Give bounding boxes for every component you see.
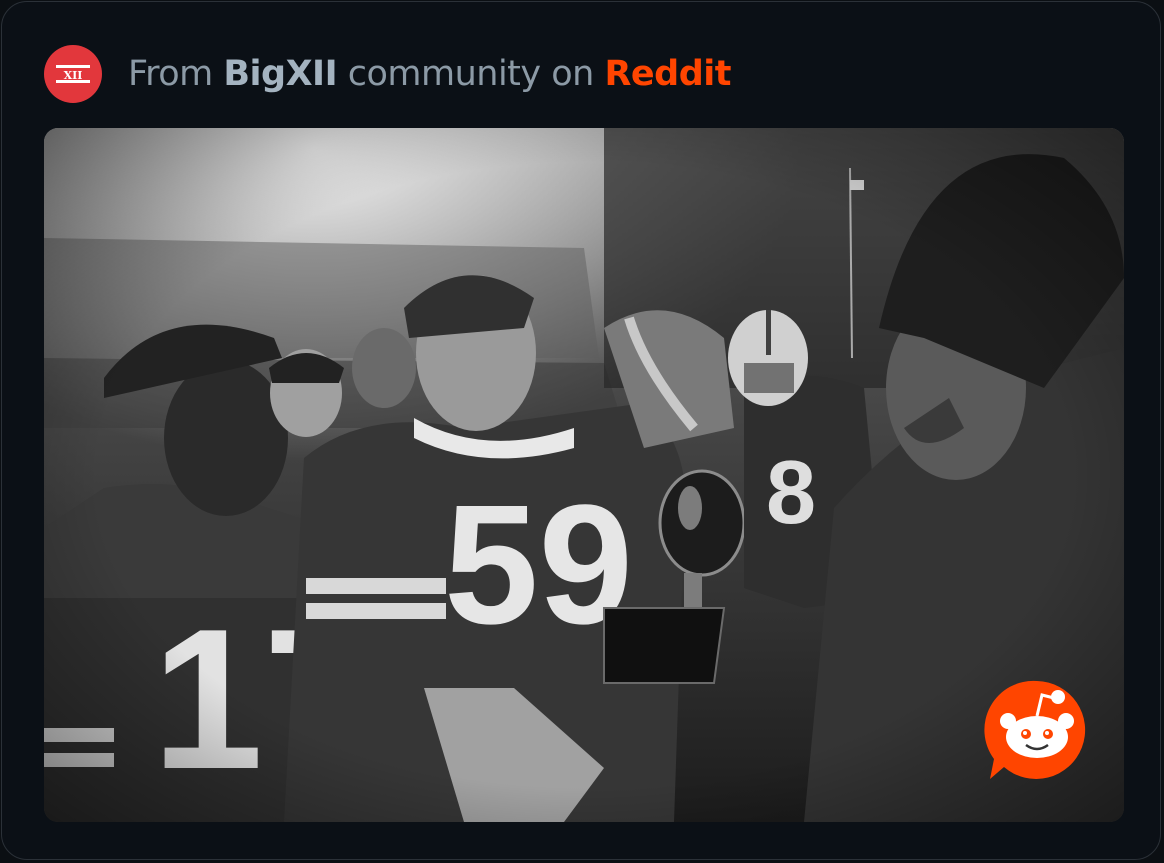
attribution-middle: community on — [337, 54, 605, 94]
attribution-prefix: From — [128, 54, 224, 94]
reddit-snoo-icon — [984, 680, 1086, 779]
big-xii-logo-text: XII — [64, 69, 83, 82]
subreddit-avatar[interactable]: XII — [44, 45, 102, 103]
reddit-link[interactable]: Reddit — [604, 54, 731, 94]
photo-scene: 17 59 8 — [44, 128, 1124, 822]
embed-header: XII From BigXII community on Reddit — [44, 44, 731, 104]
post-photo[interactable]: 17 59 8 — [44, 128, 1124, 822]
big-xii-logo-icon: XII — [56, 65, 90, 83]
reddit-embed-card[interactable]: XII From BigXII community on Reddit — [1, 1, 1161, 860]
community-link[interactable]: BigXII — [223, 54, 337, 94]
embed-attribution: From BigXII community on Reddit — [128, 54, 731, 94]
